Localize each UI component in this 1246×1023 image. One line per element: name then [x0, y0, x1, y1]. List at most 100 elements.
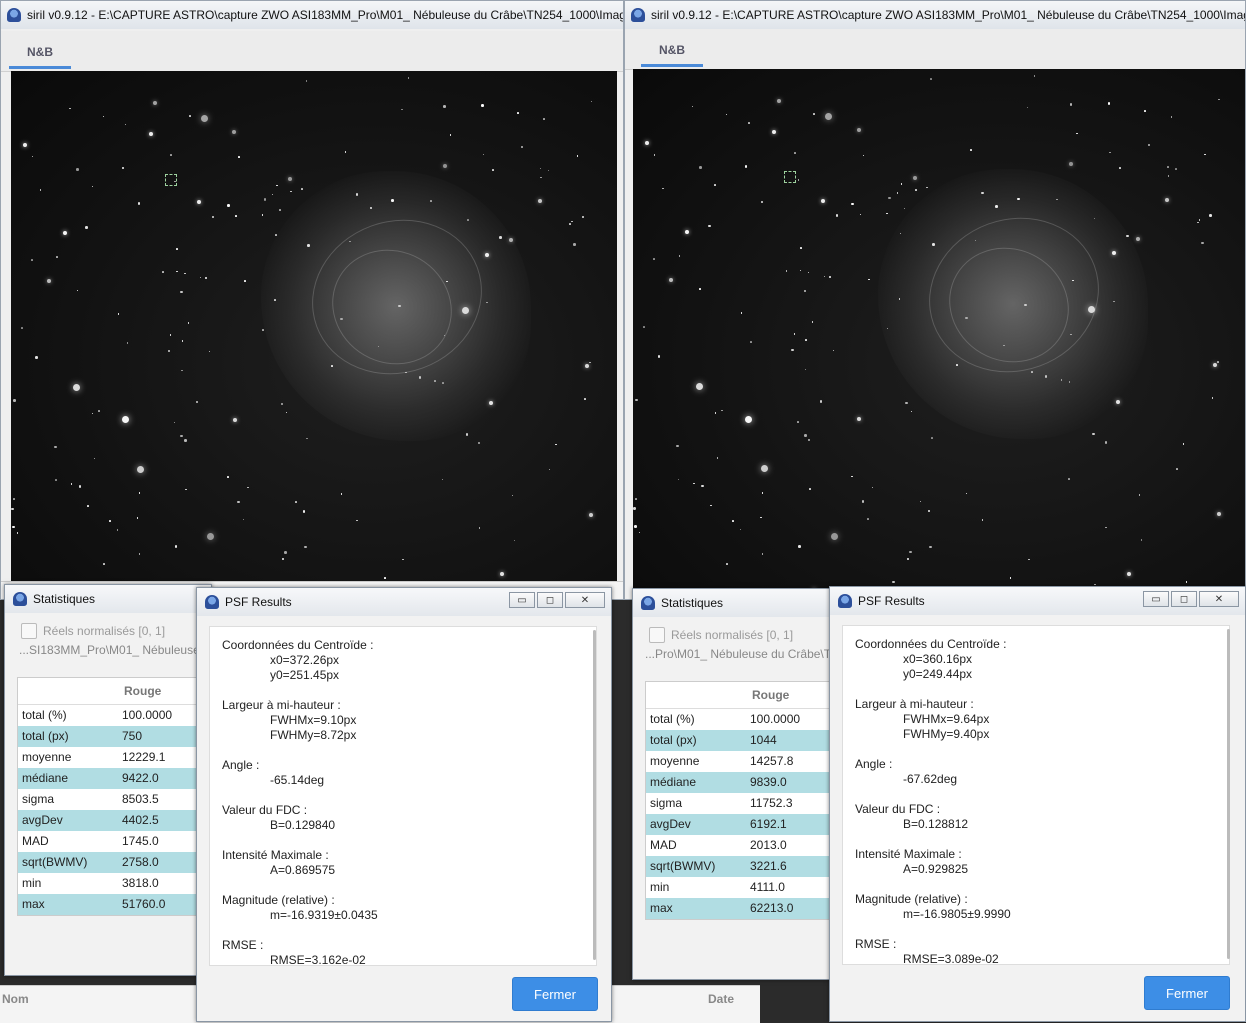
normalized-checkbox[interactable] — [649, 627, 665, 643]
star — [1076, 132, 1078, 135]
table-row[interactable]: total (px) 1044 — [646, 730, 839, 751]
star — [821, 198, 826, 203]
table-row[interactable]: min 4111.0 — [646, 877, 839, 898]
close-button[interactable]: ✕ — [565, 592, 605, 608]
star — [153, 100, 158, 105]
star — [1176, 468, 1178, 470]
star — [11, 507, 14, 511]
star — [62, 231, 67, 236]
normalized-checkbox-row[interactable]: Réels normalisés [0, 1] — [21, 623, 165, 639]
star — [573, 243, 576, 246]
table-row[interactable]: min 3818.0 — [18, 873, 211, 894]
table-row[interactable]: max 51760.0 — [18, 894, 211, 915]
maximize-button[interactable]: ◻ — [537, 592, 563, 608]
star — [676, 444, 679, 448]
star — [76, 289, 79, 292]
star — [22, 142, 27, 147]
background-label: Valeur du FDC : — [222, 803, 308, 817]
minimize-button[interactable]: ▭ — [1143, 591, 1169, 607]
col-date[interactable]: Date — [708, 992, 734, 1006]
column-rouge[interactable]: Rouge — [124, 684, 161, 698]
star — [121, 416, 129, 424]
stat-value: 100.0000 — [750, 712, 801, 726]
left-siril-window: siril v0.9.12 - E:\CAPTURE ASTRO\capture… — [0, 0, 624, 600]
tab-nb[interactable]: N&B — [641, 35, 703, 67]
star — [442, 382, 444, 384]
star — [856, 127, 861, 132]
statistics-titlebar[interactable]: Statistiques — [633, 589, 839, 617]
star — [232, 417, 237, 422]
star — [227, 204, 230, 207]
fermer-button[interactable]: Fermer — [1144, 976, 1230, 1010]
star — [677, 478, 680, 481]
table-row[interactable]: total (%) 100.0000 — [18, 705, 211, 726]
table-row[interactable]: médiane 9422.0 — [18, 768, 211, 789]
star — [102, 115, 105, 118]
star — [227, 476, 229, 478]
star — [16, 532, 19, 534]
table-row[interactable]: sigma 8503.5 — [18, 789, 211, 810]
table-row[interactable]: sigma 11752.3 — [646, 793, 839, 814]
star — [701, 484, 704, 488]
tab-nb[interactable]: N&B — [9, 37, 71, 69]
table-row[interactable]: avgDev 6192.1 — [646, 814, 839, 835]
column-rouge[interactable]: Rouge — [752, 688, 789, 702]
statistics-table: Rouge total (%) 100.0000 total (px) 1044 moy… — [645, 681, 839, 920]
star — [633, 507, 636, 510]
background-value: B=0.129840 — [270, 818, 336, 832]
psf-scrollbar[interactable] — [1227, 629, 1230, 959]
fermer-button[interactable]: Fermer — [512, 977, 598, 1011]
star — [13, 498, 15, 500]
col-nom[interactable]: Nom — [2, 992, 29, 1006]
star — [211, 215, 215, 219]
star — [149, 132, 154, 137]
stat-value: 2758.0 — [122, 855, 159, 869]
star — [896, 192, 899, 194]
table-row[interactable]: avgDev 4402.5 — [18, 810, 211, 831]
psf-titlebar[interactable]: PSF Results ▭ ◻ ✕ — [197, 588, 611, 616]
table-row[interactable]: total (%) 100.0000 — [646, 709, 839, 730]
stat-value: 3818.0 — [122, 876, 159, 890]
right-titlebar[interactable]: siril v0.9.12 - E:\CAPTURE ASTRO\capture… — [625, 1, 1245, 29]
table-row[interactable]: moyenne 12229.1 — [18, 747, 211, 768]
image-path: ...Pro\M01_ Nébuleuse du Crâbe\TI — [645, 647, 835, 661]
normalized-checkbox[interactable] — [21, 623, 37, 639]
right-image-view[interactable] — [633, 69, 1245, 599]
centroid-label: Coordonnées du Centroïde : — [855, 637, 1007, 651]
table-row[interactable]: médiane 9839.0 — [646, 772, 839, 793]
star — [1218, 98, 1220, 101]
star — [1204, 153, 1206, 156]
stat-key: sqrt(BWMV) — [22, 855, 88, 869]
psf-titlebar[interactable]: PSF Results ▭ ◻ ✕ — [830, 587, 1245, 615]
star — [721, 409, 723, 412]
table-row[interactable]: MAD 1745.0 — [18, 831, 211, 852]
star — [1068, 381, 1070, 383]
table-row[interactable]: MAD 2013.0 — [646, 835, 839, 856]
table-row[interactable]: total (px) 750 — [18, 726, 211, 747]
left-window-title: siril v0.9.12 - E:\CAPTURE ASTRO\capture… — [27, 8, 623, 22]
psf-text-area[interactable]: Coordonnées du Centroïde : x0=360.16px y… — [842, 625, 1230, 965]
close-button[interactable]: ✕ — [1199, 591, 1239, 607]
angle-label: Angle : — [855, 757, 893, 771]
normalized-checkbox-row[interactable]: Réels normalisés [0, 1] — [649, 627, 793, 643]
stat-key: max — [650, 901, 673, 915]
left-image-view[interactable] — [11, 71, 617, 599]
table-row[interactable]: moyenne 14257.8 — [646, 751, 839, 772]
star — [799, 269, 802, 272]
stat-value: 4111.0 — [750, 880, 785, 894]
left-titlebar[interactable]: siril v0.9.12 - E:\CAPTURE ASTRO\capture… — [1, 1, 623, 29]
star — [39, 189, 42, 191]
psf-text-area[interactable]: Coordonnées du Centroïde : x0=372.26px y… — [209, 626, 597, 966]
star — [116, 529, 119, 531]
table-row[interactable]: sqrt(BWMV) 2758.0 — [18, 852, 211, 873]
star-selection-box[interactable] — [784, 171, 796, 183]
table-row[interactable]: max 62213.0 — [646, 898, 839, 919]
statistics-titlebar[interactable]: Statistiques — [5, 585, 211, 613]
minimize-button[interactable]: ▭ — [509, 592, 535, 608]
table-row[interactable]: sqrt(BWMV) 3221.6 — [646, 856, 839, 877]
star — [699, 288, 701, 290]
psf-scrollbar[interactable] — [593, 630, 596, 960]
maximize-button[interactable]: ◻ — [1171, 591, 1197, 607]
star — [344, 151, 347, 153]
star — [21, 327, 23, 329]
